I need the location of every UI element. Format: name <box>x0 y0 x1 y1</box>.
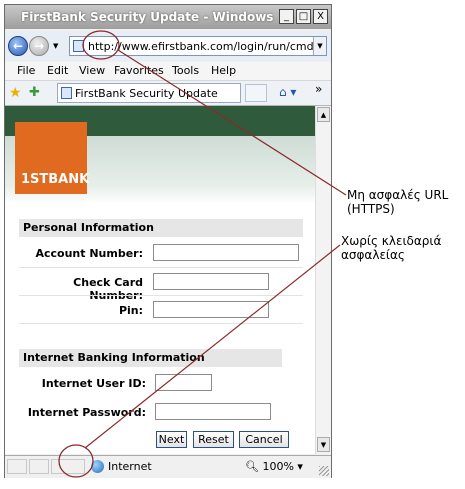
url-highlight-circle <box>82 30 120 60</box>
url-annotation: Μη ασφαλές URL (HTTPS) <box>347 188 448 216</box>
lock-annotation-line <box>84 244 341 449</box>
lock-highlight-circle <box>58 444 94 478</box>
lock-annotation-line1: Χωρίς κλειδαριά <box>341 234 442 248</box>
url-annotation-line <box>117 49 347 196</box>
url-annotation-line1: Μη ασφαλές URL <box>347 188 449 202</box>
lock-annotation-line2: ασφαλείας <box>341 248 405 262</box>
url-annotation-line2: (HTTPS) <box>347 202 395 216</box>
lock-annotation: Χωρίς κλειδαριά ασφαλείας <box>341 234 441 262</box>
